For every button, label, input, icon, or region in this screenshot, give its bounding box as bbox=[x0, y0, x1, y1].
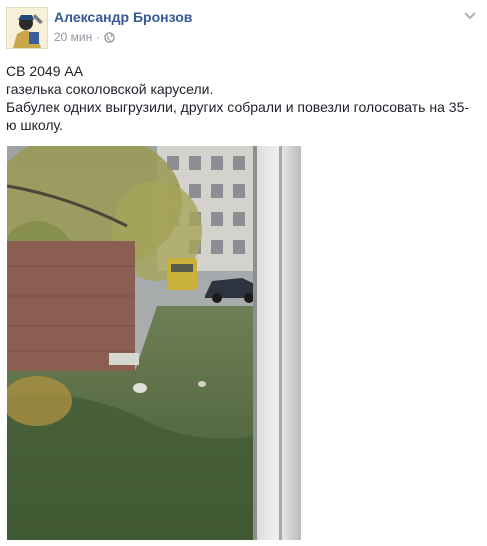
post-timestamp[interactable]: 20 мин bbox=[54, 30, 92, 44]
post-card: Александр Бронзов 20 мин · СВ 2049 АА га… bbox=[0, 0, 487, 546]
avatar-image bbox=[7, 8, 47, 48]
chevron-down-icon[interactable] bbox=[463, 10, 477, 22]
post-meta: 20 мин · bbox=[54, 30, 115, 44]
photo-image bbox=[7, 146, 301, 540]
post-text: СВ 2049 АА газелька соколовской карусели… bbox=[6, 62, 481, 134]
author-name[interactable]: Александр Бронзов bbox=[54, 9, 192, 25]
post-text-line: Бабулек одних выгрузили, других собрали … bbox=[6, 99, 470, 115]
avatar[interactable] bbox=[6, 7, 48, 49]
post-text-line: СВ 2049 АА bbox=[6, 63, 84, 79]
post-photo[interactable] bbox=[7, 146, 301, 540]
post-text-line: газелька соколовской карусели. bbox=[6, 81, 214, 97]
globe-icon[interactable] bbox=[104, 31, 115, 43]
post-text-line: ю школу. bbox=[6, 117, 64, 133]
meta-separator: · bbox=[96, 30, 101, 44]
